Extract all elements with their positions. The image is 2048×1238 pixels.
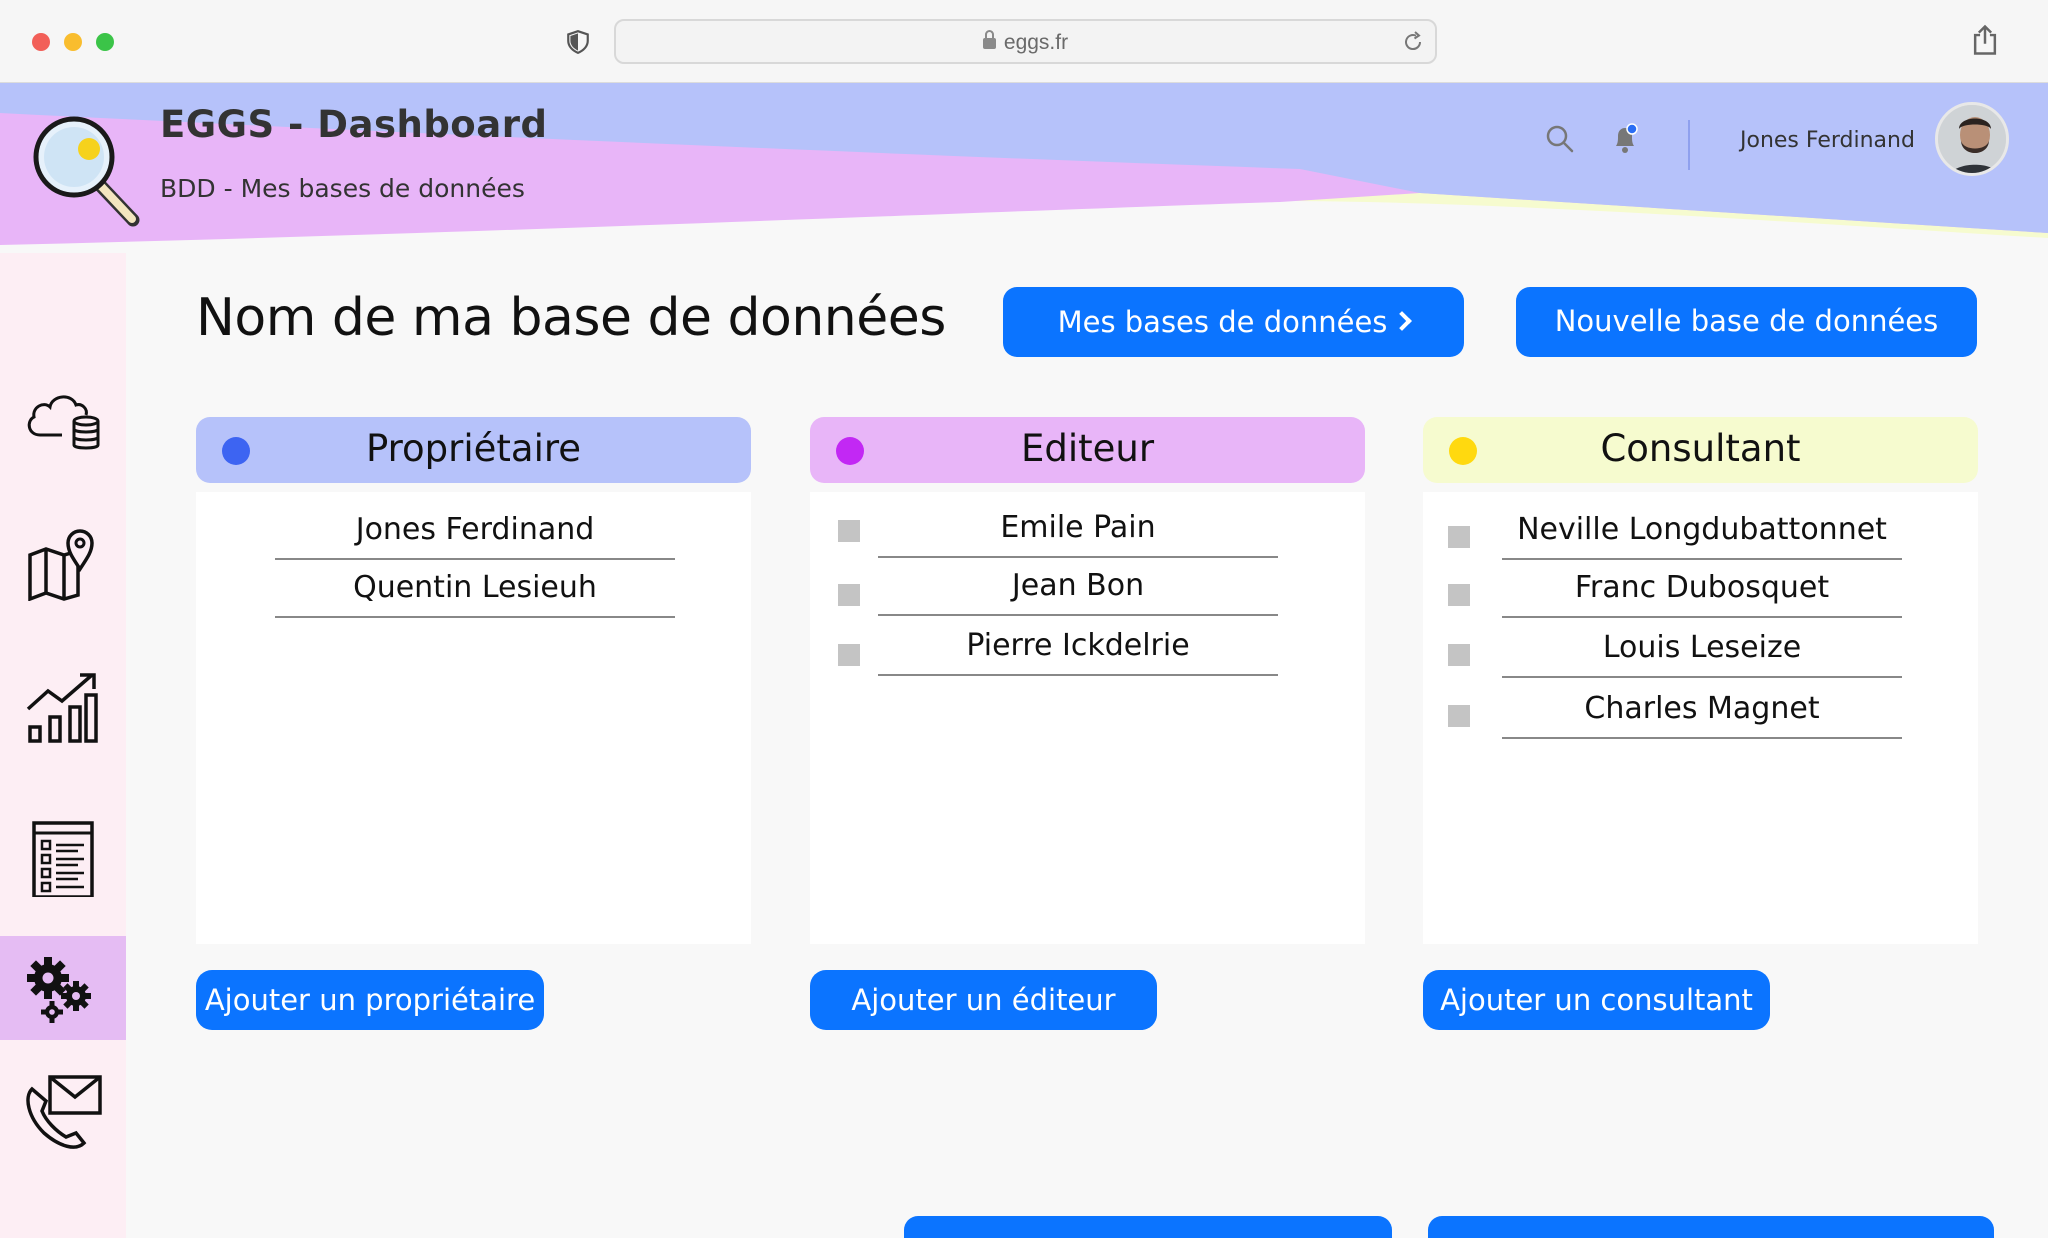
app-title: EGGS - Dashboard bbox=[160, 103, 548, 146]
my-databases-label: Mes bases de données bbox=[1057, 305, 1388, 339]
editor-panel-header: Editeur bbox=[810, 417, 1365, 483]
editor-panel-title: Editeur bbox=[1020, 427, 1155, 470]
sidebar-item-statistics[interactable] bbox=[0, 655, 126, 759]
sidebar bbox=[0, 253, 126, 1238]
page-title: Nom de ma base de données bbox=[196, 288, 946, 348]
select-checkbox[interactable] bbox=[1448, 644, 1470, 666]
share-icon[interactable] bbox=[1970, 24, 2000, 56]
select-checkbox[interactable] bbox=[1448, 584, 1470, 606]
lock-icon bbox=[982, 30, 996, 49]
close-window-button[interactable] bbox=[32, 33, 50, 51]
sidebar-item-contact[interactable] bbox=[0, 1059, 126, 1163]
minimize-window-button[interactable] bbox=[64, 33, 82, 51]
add-consultant-button[interactable]: Ajouter un consultant bbox=[1423, 970, 1770, 1030]
list-item[interactable]: Emile Pain bbox=[878, 510, 1278, 558]
sidebar-item-forms[interactable] bbox=[0, 807, 126, 911]
search-icon[interactable] bbox=[1545, 124, 1575, 154]
owner-panel-title: Propriétaire bbox=[365, 427, 582, 470]
breadcrumb: BDD - Mes bases de données bbox=[160, 174, 525, 203]
privacy-shield-icon[interactable] bbox=[565, 29, 591, 55]
list-item[interactable]: Charles Magnet bbox=[1502, 691, 1902, 739]
checklist-icon bbox=[32, 821, 94, 897]
select-checkbox[interactable] bbox=[838, 644, 860, 666]
add-owner-button[interactable]: Ajouter un propriétaire bbox=[196, 970, 544, 1030]
address-bar[interactable]: eggs.fr bbox=[614, 19, 1437, 64]
sidebar-item-map[interactable] bbox=[0, 511, 126, 615]
select-checkbox[interactable] bbox=[838, 584, 860, 606]
list-item[interactable]: Jones Ferdinand bbox=[275, 512, 675, 560]
bottom-action-button[interactable] bbox=[904, 1216, 1392, 1238]
consultant-list: Neville Longdubattonnet Franc Dubosquet … bbox=[1423, 492, 1978, 944]
consultant-panel-header: Consultant bbox=[1423, 417, 1978, 483]
reload-icon[interactable] bbox=[1401, 30, 1425, 54]
list-item[interactable]: Louis Leseize bbox=[1502, 630, 1902, 678]
avatar[interactable] bbox=[1935, 102, 2009, 176]
my-databases-button[interactable]: Mes bases de données bbox=[1003, 287, 1464, 357]
consultant-panel-title: Consultant bbox=[1600, 427, 1801, 470]
map-pin-icon bbox=[28, 529, 94, 601]
list-item[interactable]: Neville Longdubattonnet bbox=[1502, 512, 1902, 560]
new-database-button[interactable]: Nouvelle base de données bbox=[1516, 287, 1977, 357]
owner-panel-header: Propriétaire bbox=[196, 417, 751, 483]
gears-icon bbox=[27, 957, 91, 1023]
phone-mail-icon bbox=[26, 1075, 102, 1149]
eggs-logo bbox=[33, 116, 140, 227]
select-checkbox[interactable] bbox=[1448, 526, 1470, 548]
zoom-window-button[interactable] bbox=[96, 33, 114, 51]
list-item[interactable]: Quentin Lesieuh bbox=[275, 570, 675, 618]
user-name[interactable]: Jones Ferdinand bbox=[1740, 128, 1915, 153]
list-item[interactable]: Franc Dubosquet bbox=[1502, 570, 1902, 618]
sidebar-item-cloud-database[interactable] bbox=[0, 365, 126, 469]
chevron-right-icon bbox=[1392, 311, 1413, 331]
header-divider bbox=[1688, 120, 1690, 170]
browser-toolbar: eggs.fr bbox=[0, 0, 2048, 83]
select-checkbox[interactable] bbox=[1448, 705, 1470, 727]
select-checkbox[interactable] bbox=[838, 520, 860, 542]
notification-bell-icon[interactable] bbox=[1610, 122, 1640, 156]
owner-list: Jones Ferdinand Quentin Lesieuh bbox=[196, 492, 751, 944]
chart-growth-icon bbox=[26, 673, 98, 743]
cloud-database-icon bbox=[27, 395, 100, 450]
bottom-action-button[interactable] bbox=[1428, 1216, 1994, 1238]
url-text: eggs.fr bbox=[1003, 31, 1069, 54]
sidebar-item-settings[interactable] bbox=[0, 936, 126, 1040]
editor-list: Emile Pain Jean Bon Pierre Ickdelrie bbox=[810, 492, 1365, 944]
list-item[interactable]: Jean Bon bbox=[878, 568, 1278, 616]
add-editor-button[interactable]: Ajouter un éditeur bbox=[810, 970, 1157, 1030]
list-item[interactable]: Pierre Ickdelrie bbox=[878, 628, 1278, 676]
